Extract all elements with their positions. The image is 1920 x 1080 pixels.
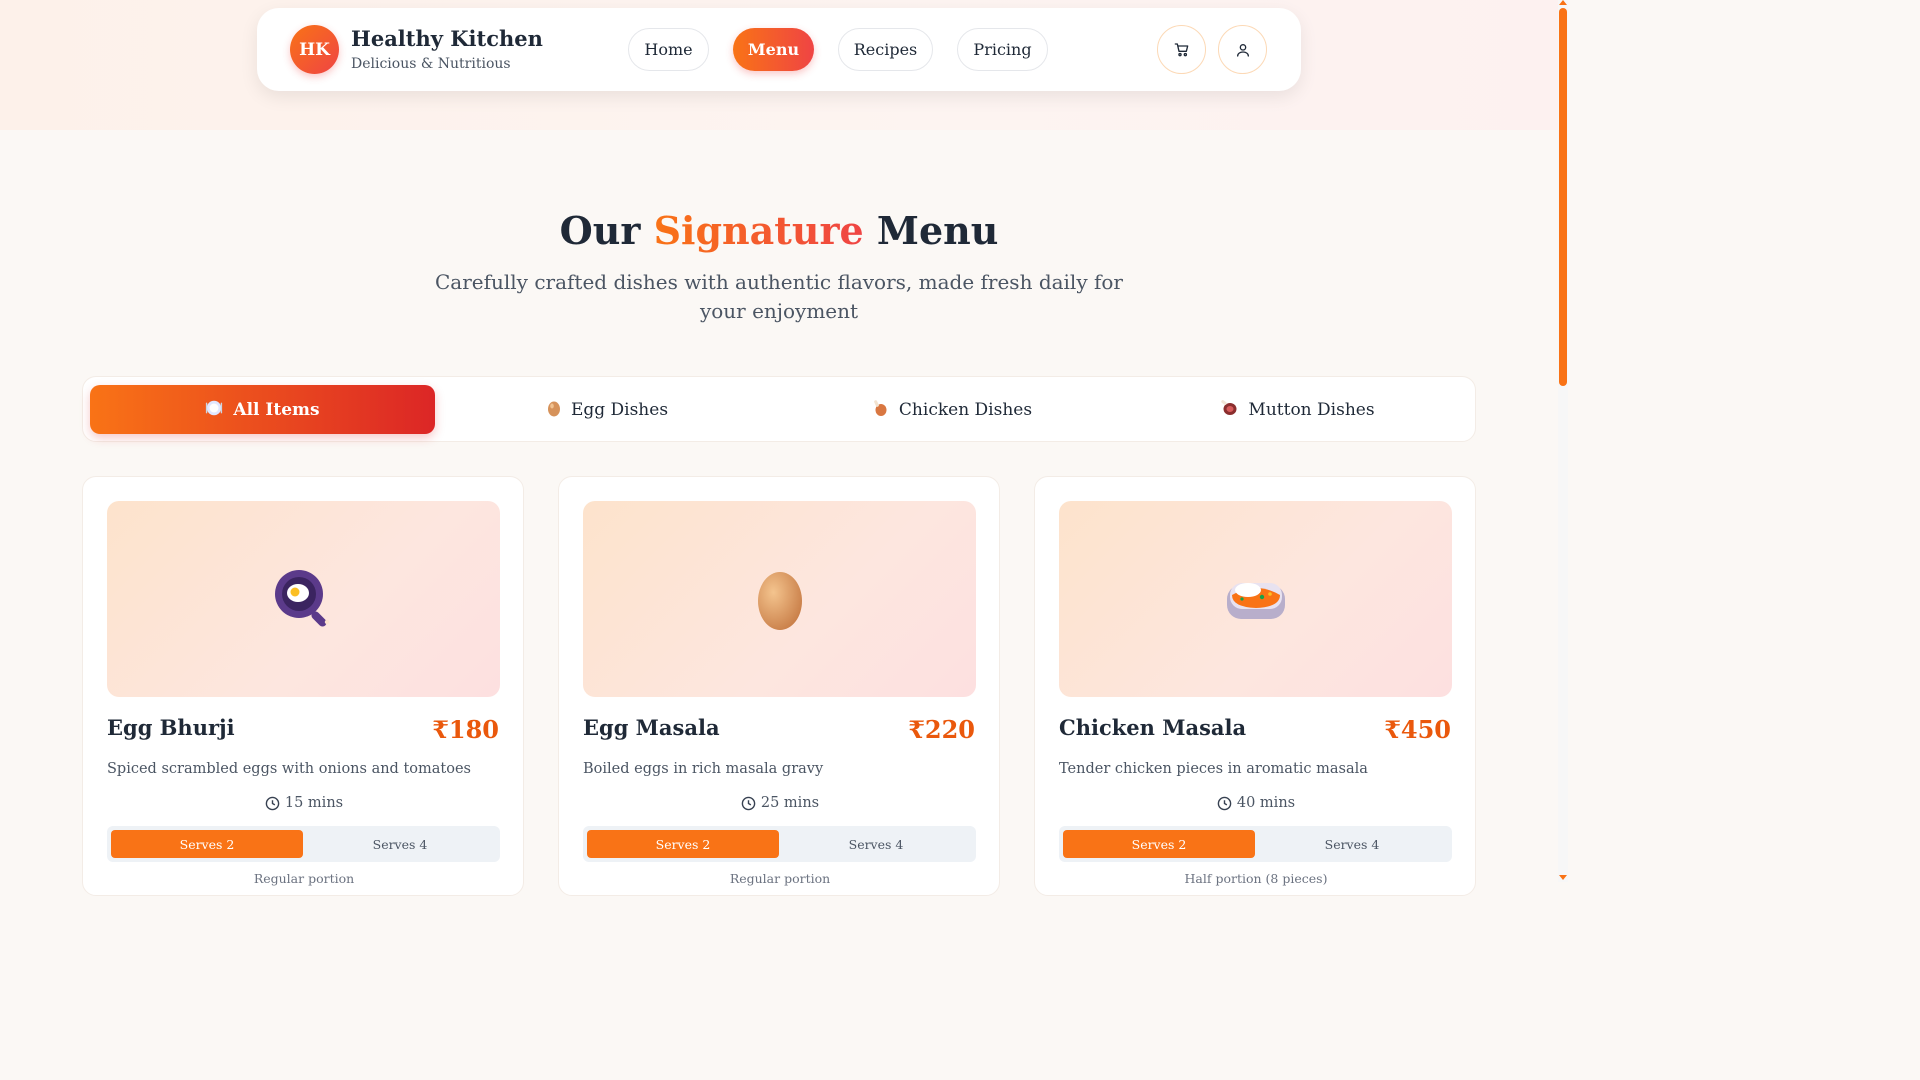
dish-price: ₹220 <box>908 715 975 744</box>
prep-time-value: 40 mins <box>1236 795 1296 811</box>
serves-toggle: Serves 2 Serves 4 <box>583 826 976 862</box>
dish-image <box>1059 501 1452 697</box>
scrollbar-thumb[interactable] <box>1559 8 1567 386</box>
egg-icon <box>547 399 561 421</box>
serves-toggle: Serves 2 Serves 4 <box>1059 826 1452 862</box>
portion-info: Half portion (8 pieces) <box>1184 871 1328 886</box>
nav-home-label: Home <box>644 40 693 59</box>
frying-pan-icon <box>274 570 329 627</box>
tab-mutton-dishes-label: Mutton Dishes <box>1248 399 1375 420</box>
logo[interactable]: HK <box>290 25 339 74</box>
menu-card[interactable]: Chicken Masala ₹450 Tender chicken piece… <box>1034 476 1476 896</box>
egg-icon <box>757 572 802 630</box>
tab-all-items[interactable]: All Items <box>90 385 435 434</box>
title-pre: Our <box>559 208 641 253</box>
serves-option-2[interactable]: Serves 2 <box>111 830 303 858</box>
cart-icon <box>1174 42 1188 56</box>
logo-initials: HK <box>299 39 330 60</box>
tab-all-items-label: All Items <box>233 399 320 420</box>
nav-menu[interactable]: Menu <box>733 28 814 71</box>
serves-toggle: Serves 2 Serves 4 <box>107 826 500 862</box>
dish-name: Chicken Masala <box>1059 715 1247 740</box>
clock-icon <box>741 796 756 810</box>
portion-info: Regular portion <box>253 871 355 886</box>
tab-chicken-dishes[interactable]: Chicken Dishes <box>780 385 1125 434</box>
prep-time-value: 15 mins <box>284 795 344 811</box>
curry-rice-icon <box>1226 583 1285 619</box>
dish-description: Spiced scrambled eggs with onions and to… <box>107 761 471 777</box>
drumstick-icon <box>873 399 889 421</box>
dish-image <box>583 501 976 697</box>
prep-time: 25 mins <box>559 795 1001 811</box>
user-icon <box>1236 43 1249 57</box>
serves-option-2[interactable]: Serves 2 <box>587 830 779 858</box>
cart-button[interactable] <box>1157 25 1206 74</box>
serves-option-2[interactable]: Serves 2 <box>1063 830 1255 858</box>
nav-home[interactable]: Home <box>628 28 709 71</box>
brand-subtitle: Delicious & Nutritious <box>351 56 511 72</box>
serves-option-4[interactable]: Serves 4 <box>1256 830 1448 858</box>
dish-name: Egg Masala <box>583 715 720 740</box>
dish-price: ₹450 <box>1384 715 1451 744</box>
dish-name: Egg Bhurji <box>107 715 235 740</box>
dish-image <box>107 501 500 697</box>
clock-icon <box>265 796 280 810</box>
menu-card[interactable]: Egg Masala ₹220 Boiled eggs in rich masa… <box>558 476 1000 896</box>
dish-description: Tender chicken pieces in aromatic masala <box>1059 761 1368 777</box>
tab-egg-dishes-label: Egg Dishes <box>570 399 669 420</box>
nav-menu-label: Menu <box>747 40 800 59</box>
user-button[interactable] <box>1218 25 1267 74</box>
dish-price: ₹180 <box>432 715 499 744</box>
title-post: Menu <box>876 208 999 253</box>
page-subtitle: Carefully crafted dishes with authentic … <box>434 270 1123 323</box>
page-title: Our Signature Menu <box>0 208 1558 253</box>
prep-time: 40 mins <box>1035 795 1477 811</box>
clock-icon <box>1217 796 1232 810</box>
tab-egg-dishes[interactable]: Egg Dishes <box>435 385 780 434</box>
brand-title: Healthy Kitchen <box>351 26 543 51</box>
serves-option-4[interactable]: Serves 4 <box>780 830 972 858</box>
title-accent: Signature <box>653 208 864 253</box>
scroll-down-icon[interactable] <box>1559 875 1567 880</box>
serves-option-4[interactable]: Serves 4 <box>304 830 496 858</box>
nav-pricing[interactable]: Pricing <box>957 28 1048 71</box>
menu-card[interactable]: Egg Bhurji ₹180 Spiced scrambled eggs wi… <box>82 476 524 896</box>
meat-icon <box>1220 399 1238 421</box>
portion-info: Regular portion <box>729 871 831 886</box>
navbar: HK Healthy Kitchen Delicious & Nutritiou… <box>257 8 1301 91</box>
tab-mutton-dishes[interactable]: Mutton Dishes <box>1125 385 1470 434</box>
nav-recipes[interactable]: Recipes <box>838 28 933 71</box>
scroll-up-icon[interactable] <box>1559 0 1567 5</box>
nav-recipes-label: Recipes <box>853 40 918 59</box>
plate-icon <box>205 399 223 421</box>
tab-chicken-dishes-label: Chicken Dishes <box>898 399 1033 420</box>
category-tabs: All Items Egg Dishes Chicken Dishes Mutt… <box>82 376 1476 442</box>
prep-time: 15 mins <box>83 795 525 811</box>
prep-time-value: 25 mins <box>760 795 820 811</box>
dish-description: Boiled eggs in rich masala gravy <box>583 761 824 777</box>
nav-pricing-label: Pricing <box>973 40 1032 59</box>
